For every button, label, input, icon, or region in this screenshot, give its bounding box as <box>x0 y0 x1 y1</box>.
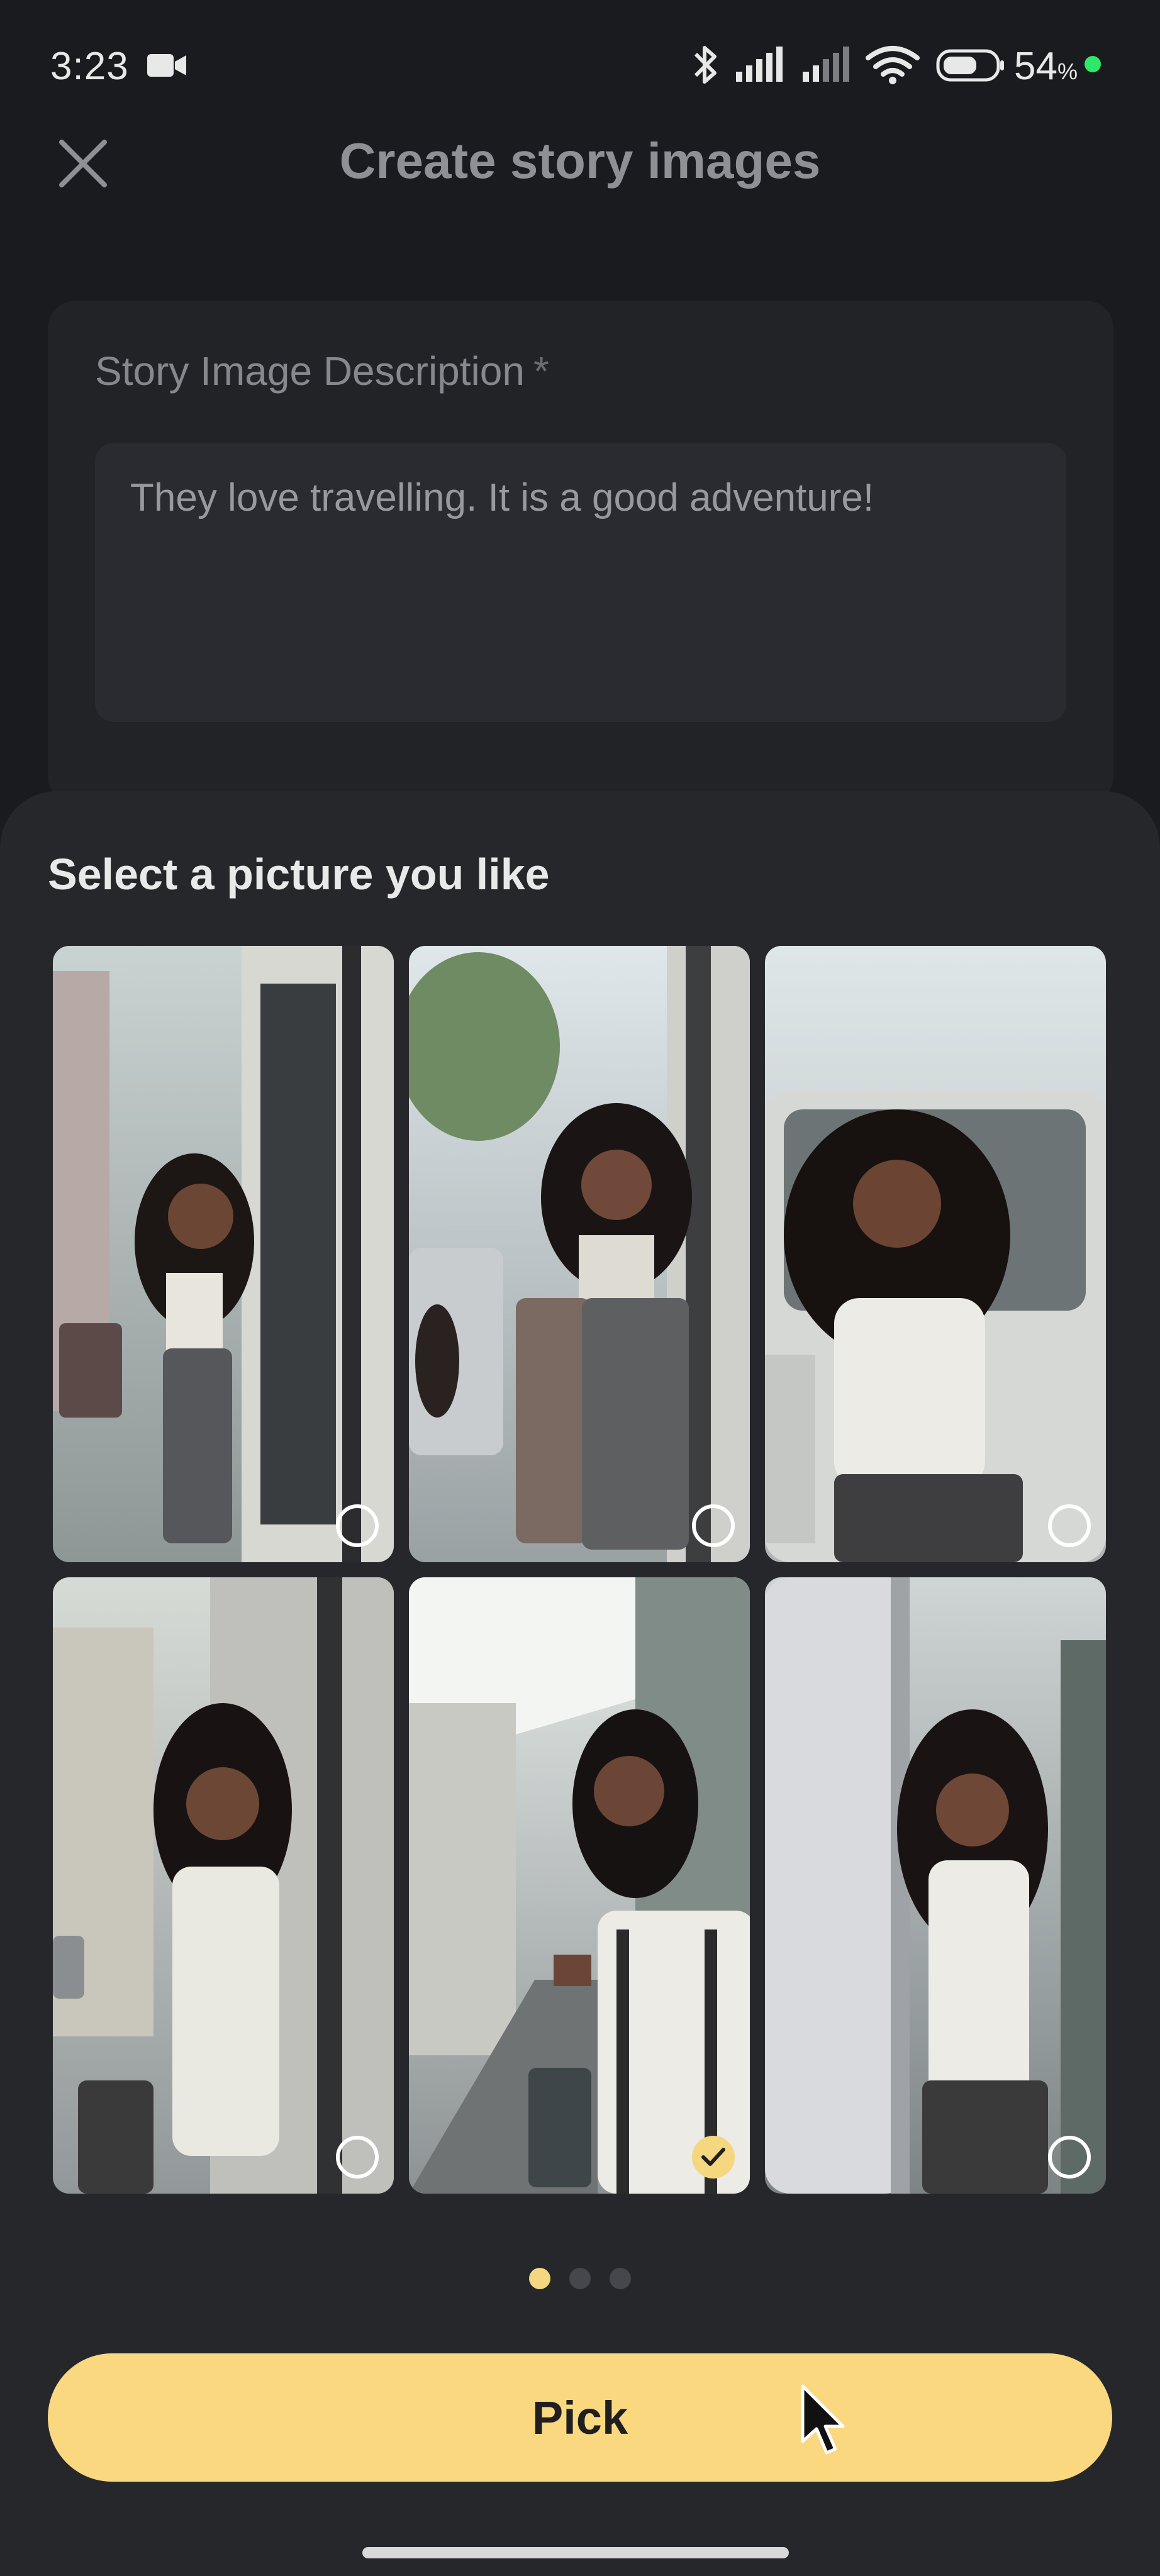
description-input[interactable]: They love travelling. It is a good adven… <box>95 443 1066 722</box>
picture-picker-sheet: Select a picture you like Pick <box>0 791 1160 2576</box>
signal-icon <box>736 47 783 82</box>
charging-dot <box>1085 56 1101 72</box>
battery-percent: 54% <box>1014 44 1078 89</box>
description-label-text: Story Image Description <box>95 348 525 394</box>
pick-button[interactable]: Pick <box>48 2353 1112 2482</box>
select-radio-5[interactable] <box>692 2136 735 2179</box>
story-image-1 <box>53 946 394 1562</box>
description-form: Story Image Description * They love trave… <box>48 301 1113 804</box>
page-title: Create story images <box>339 133 821 189</box>
check-icon <box>701 2148 725 2166</box>
bluetooth-icon <box>694 46 717 84</box>
story-image-6 <box>765 1577 1106 2194</box>
image-option-2[interactable] <box>409 946 750 1562</box>
battery-value: 54 <box>1014 45 1057 88</box>
signal-icon <box>803 47 849 82</box>
image-option-3[interactable] <box>765 946 1106 1562</box>
select-radio-2[interactable] <box>692 1504 735 1547</box>
select-radio-6[interactable] <box>1048 2136 1091 2179</box>
description-label: Story Image Description * <box>95 348 549 394</box>
wifi-icon <box>866 46 920 84</box>
select-radio-3[interactable] <box>1048 1504 1091 1547</box>
story-image-5 <box>409 1577 750 2194</box>
required-mark: * <box>533 348 549 394</box>
home-indicator[interactable] <box>362 2547 789 2558</box>
image-option-4[interactable] <box>53 1577 394 2194</box>
story-image-2 <box>409 946 750 1562</box>
status-bar: 3:23 54% <box>0 0 1160 132</box>
video-camera-icon <box>147 54 186 77</box>
battery-icon <box>936 49 1004 82</box>
page-dot-1[interactable] <box>529 2268 550 2289</box>
picker-title: Select a picture you like <box>48 850 550 899</box>
mouse-cursor-icon <box>801 2384 845 2455</box>
page-dot-3[interactable] <box>610 2268 631 2289</box>
select-radio-1[interactable] <box>336 1504 379 1547</box>
page-indicator <box>0 2268 1160 2293</box>
image-option-6[interactable] <box>765 1577 1106 2194</box>
image-option-1[interactable] <box>53 946 394 1562</box>
battery-unit: % <box>1057 58 1078 84</box>
story-image-4 <box>53 1577 394 2194</box>
page-dot-2[interactable] <box>569 2268 591 2289</box>
status-time: 3:23 <box>50 45 129 88</box>
image-option-5[interactable] <box>409 1577 750 2194</box>
story-image-3 <box>765 946 1106 1562</box>
select-radio-4[interactable] <box>336 2136 379 2179</box>
image-grid <box>53 946 1107 2194</box>
